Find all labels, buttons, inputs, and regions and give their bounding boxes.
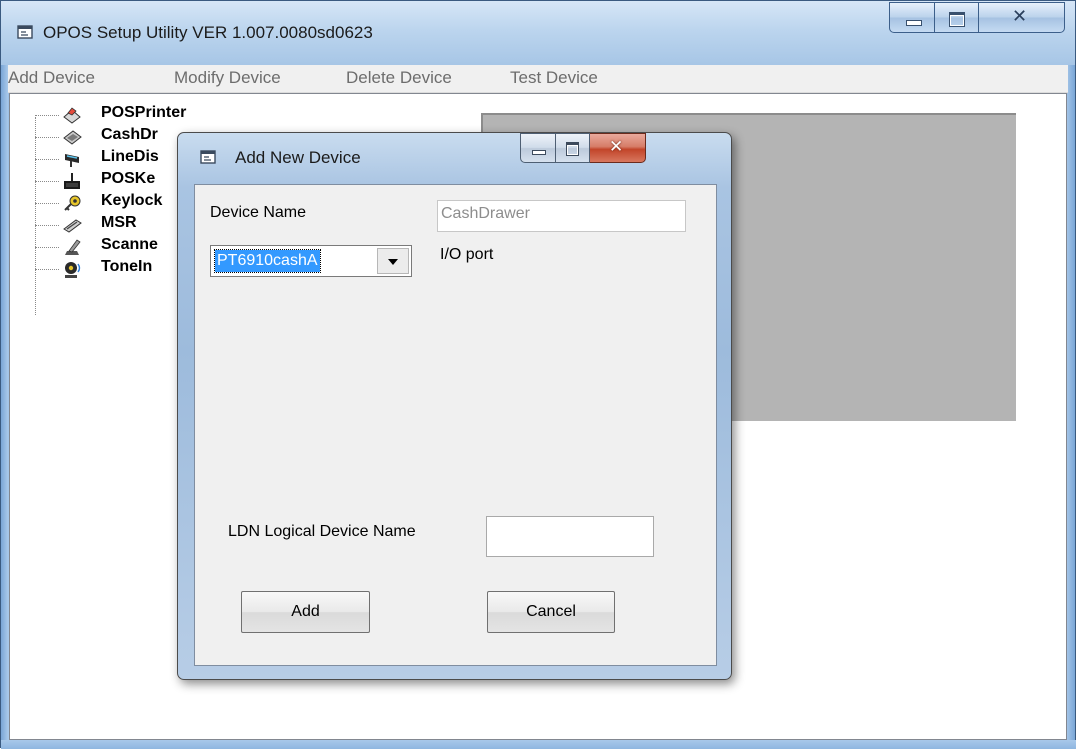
ldn-input[interactable] [486, 516, 654, 557]
printer-icon [63, 107, 81, 124]
dialog-close-button[interactable]: ✕ [590, 133, 646, 163]
window-frame-left [1, 65, 8, 749]
maximize-button[interactable] [935, 2, 979, 33]
keylock-icon [64, 195, 81, 211]
minimize-button[interactable] [889, 2, 935, 33]
dialog-minimize-button[interactable] [520, 133, 556, 163]
tree-item-label: POSKe [101, 170, 156, 187]
window-frame-right [1066, 65, 1075, 749]
close-icon: ✕ [609, 137, 624, 157]
minimize-icon [532, 150, 546, 155]
dialog-maximize-button[interactable] [556, 133, 590, 163]
close-button[interactable]: ✕ [979, 2, 1065, 33]
tree-branch [35, 247, 59, 248]
dialog-title: Add New Device [235, 148, 361, 167]
main-window: OPOS Setup Utility VER 1.007.0080sd0623 … [0, 0, 1076, 749]
ldn-label: LDN Logical Device Name [228, 523, 416, 540]
menu-bar: Add Device Modify Device Delete Device T… [8, 65, 1068, 93]
cancel-button[interactable]: Cancel [487, 591, 615, 633]
device-name-label: Device Name [210, 204, 307, 221]
menu-modify-device[interactable]: Modify Device [174, 68, 281, 88]
line-display-icon [65, 154, 79, 167]
add-button[interactable]: Add [241, 591, 370, 633]
cash-drawer-icon [63, 130, 82, 145]
device-name-dropdown[interactable]: PT6910cashA [210, 245, 412, 277]
pos-keyboard-icon [64, 173, 80, 189]
tree-branch [35, 159, 59, 160]
tree-branch [35, 115, 59, 116]
tree-item-label: Keylock [101, 192, 163, 209]
tree-item-label: MSR [101, 214, 137, 231]
app-window-icon [17, 25, 33, 39]
menu-test-device[interactable]: Test Device [510, 68, 598, 88]
main-window-title: OPOS Setup Utility VER 1.007.0080sd0623 [43, 23, 373, 42]
tree-item-label: LineDis [101, 148, 159, 165]
menu-delete-device[interactable]: Delete Device [346, 68, 452, 88]
tree-item-label: ToneIn [101, 258, 153, 275]
device-class-field: CashDrawer [437, 200, 686, 232]
close-icon: ✕ [1012, 6, 1028, 27]
tree-branch [35, 137, 59, 138]
dialog-window-icon [200, 150, 216, 164]
tree-item-label: CashDr [101, 126, 158, 143]
maximize-icon [949, 12, 965, 27]
main-title-bar[interactable]: OPOS Setup Utility VER 1.007.0080sd0623 … [1, 1, 1075, 65]
tree-item-label: Scanne [101, 236, 158, 253]
main-caption-buttons: ✕ [889, 2, 1066, 35]
device-name-selected: PT6910cashA [214, 249, 321, 273]
scanner-icon [65, 239, 81, 255]
dialog-caption-buttons: ✕ [520, 133, 646, 163]
minimize-icon [906, 20, 922, 26]
tree-branch [35, 181, 59, 182]
io-port-label: I/O port [440, 246, 494, 263]
tree-item-label: POSPrinter [101, 104, 187, 121]
tone-indicator-icon [65, 262, 81, 278]
menu-add-device[interactable]: Add Device [8, 68, 95, 88]
tree-branch [35, 203, 59, 204]
tree-connector [35, 117, 36, 315]
maximize-icon [566, 142, 579, 156]
tree-branch [35, 269, 59, 270]
tree-branch [35, 225, 59, 226]
dropdown-button[interactable] [377, 248, 409, 274]
chevron-down-icon [388, 259, 398, 265]
msr-icon [63, 219, 82, 233]
